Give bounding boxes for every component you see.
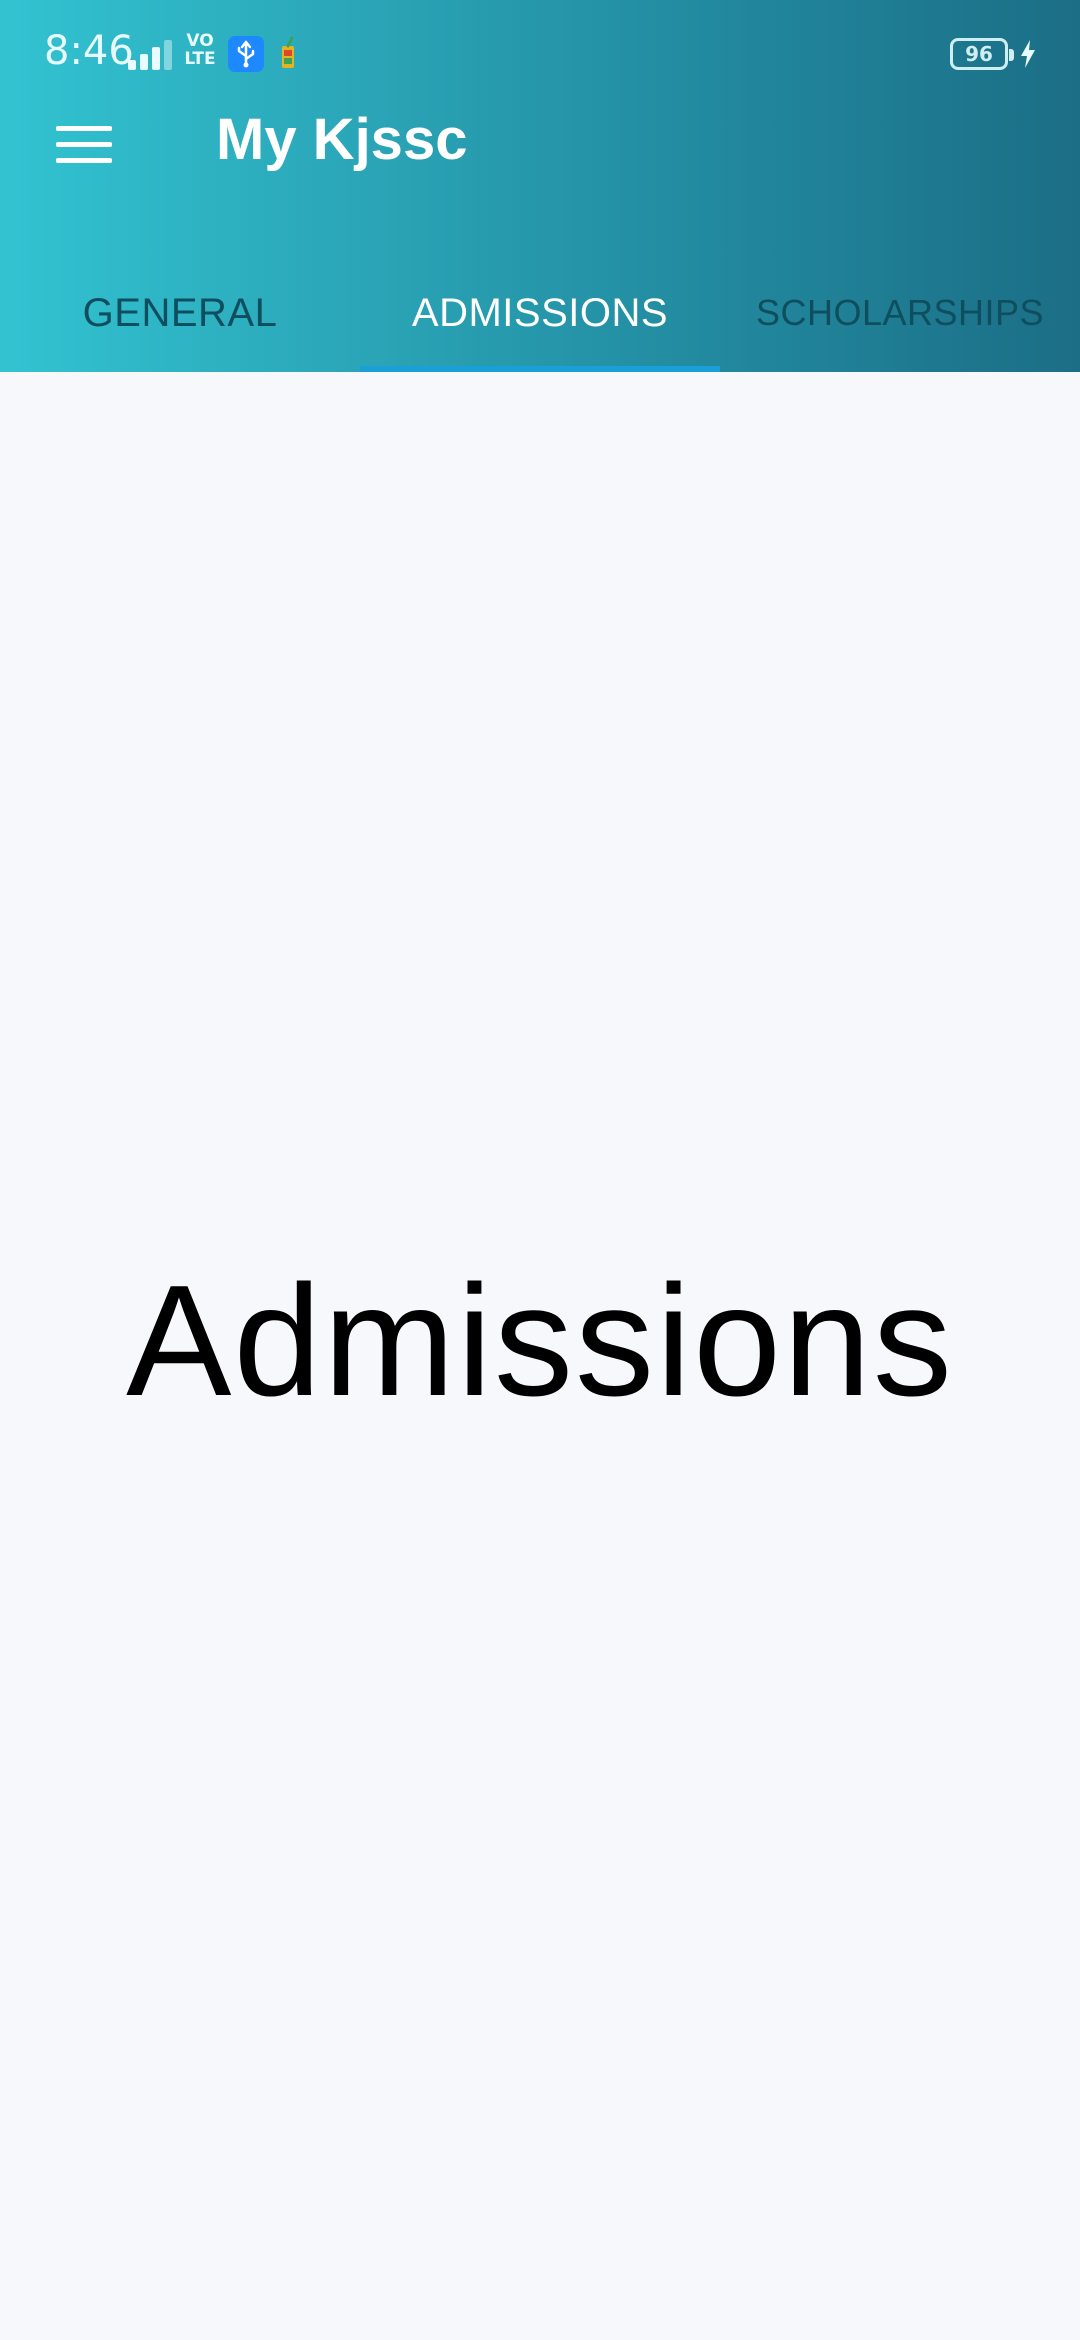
battery-level: 96 [965,42,993,66]
content-heading: Admissions [126,1253,954,1429]
tab-label: SCHOLARSHIPS [755,292,1045,333]
tab-bar: GENERAL ADMISSIONS SCHOLARSHIPS [0,254,1080,372]
signal-icon [128,40,172,70]
tab-label: GENERAL [82,290,278,335]
tab-scholarships[interactable]: SCHOLARSHIPS [720,254,1080,372]
app-screen: 8:46 VO LTE 96 My Kjssc GENERAL ADMISSIO… [0,0,1080,2340]
tab-label: ADMISSIONS [411,290,669,335]
app-header: 8:46 VO LTE 96 My Kjssc GENERAL ADMISSIO… [0,0,1080,372]
charging-icon [1021,40,1035,68]
tab-general[interactable]: GENERAL [0,254,360,372]
status-time: 8:46 [44,28,134,74]
usb-icon [228,36,264,72]
hamburger-menu-icon[interactable] [40,110,128,178]
app-title: My Kjssc [216,107,468,172]
tab-admissions[interactable]: ADMISSIONS [360,254,720,372]
volte-icon: VO LTE [184,31,216,69]
status-bar: 8:46 VO LTE 96 [0,0,1080,108]
battery-icon: 96 [950,38,1014,70]
app-notification-icon [282,36,294,68]
